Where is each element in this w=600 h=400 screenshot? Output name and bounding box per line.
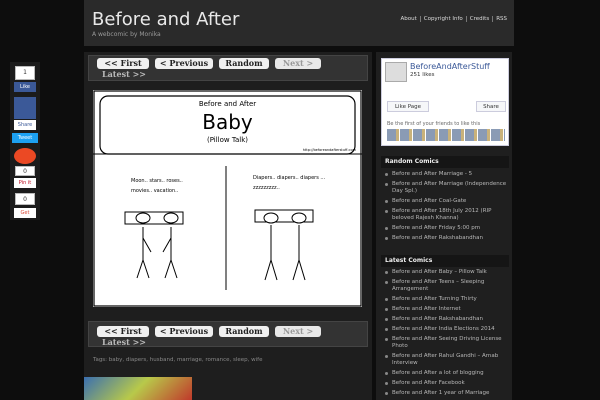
friends-like-text: Be the first of your friends to like thi… [387,121,481,127]
facebook-likes: 251 likes [410,72,435,78]
plus-count: 0 [15,193,35,205]
latest-item[interactable]: Before and After 1 year of Marriage [384,390,508,397]
comic-nav-top: << First < Previous Random Next > Latest… [88,55,368,81]
nav-credits-link[interactable]: Credits [465,16,492,22]
latest-item[interactable]: Before and After Rahul Gandhi – Arnab In… [384,353,508,367]
nav-copyright-link[interactable]: Copyright Info [419,16,466,22]
pinterest-button[interactable]: Pin it [14,178,36,188]
friend-avatars [387,129,505,141]
latest-item[interactable]: Before and After Teens – Sleeping Arrang… [384,279,508,293]
latest-item[interactable]: Before and After a lot of blogging [384,370,508,377]
previous-button[interactable]: < Previous [155,58,213,69]
facebook-share-icon[interactable] [14,97,36,119]
nav-rss-link[interactable]: RSS [492,16,510,22]
latest-item[interactable]: Before and After India Elections 2014 [384,326,508,333]
next-button-bottom[interactable]: Next > [275,326,321,337]
page-thumbnail[interactable] [385,62,407,82]
latest-item[interactable]: Before and After Internet [384,306,508,313]
comic-title: Baby [202,110,253,134]
comic-tags[interactable]: Tags: baby, diapers, husband, marriage, … [93,357,263,363]
comic-image: Before and After Baby (Pillow Talk) http… [93,90,362,307]
comic-url: http://beforeandafterstuff.com [302,148,356,152]
latest-button[interactable]: Latest >> [95,69,153,80]
ad-banner[interactable] [84,377,192,400]
stumbleupon-icon[interactable] [14,148,36,164]
site-tagline: A webcomic by Monika [92,31,161,38]
facebook-like-button[interactable]: Like [14,82,36,92]
like-page-button[interactable]: Like Page [387,101,429,112]
next-button[interactable]: Next > [275,58,321,69]
random-comics-list: Before and After Marriage - 5 Before and … [384,171,508,245]
random-button[interactable]: Random [219,58,269,69]
random-item[interactable]: Before and After Rakshabandhan [384,235,508,242]
nav-about-link[interactable]: About [397,16,419,22]
page: Before and After A webcomic by Monika Ab… [0,0,600,400]
random-comics-title: Random Comics [381,156,509,168]
facebook-like-count: 1 [15,66,35,80]
random-item[interactable]: Before and After Marriage - 5 [384,171,508,178]
latest-button-bottom[interactable]: Latest >> [95,337,153,348]
first-button-bottom[interactable]: << First [97,326,149,337]
google-plus-button[interactable]: Get [14,208,36,218]
random-item[interactable]: Before and After Marriage (Independence … [384,181,508,195]
facebook-share-button[interactable]: Share [14,120,36,130]
top-navigation: About Copyright Info Credits RSS [397,16,510,22]
latest-item[interactable]: Before and After Rakshabandhan [384,316,508,323]
share-sidebar: 1 Like Share Tweet 0 Pin it 0 Get [10,62,40,220]
comic-nav-bottom: << First < Previous Random Next > Latest… [88,321,368,347]
latest-item[interactable]: Before and After Baby – Pillow Talk [384,269,508,276]
latest-item[interactable]: Before and After Facebook [384,380,508,387]
latest-item[interactable]: Before and After Seeing Driving License … [384,336,508,350]
first-button[interactable]: << First [97,58,149,69]
tweet-button[interactable]: Tweet [12,133,38,143]
fb-share-button[interactable]: Share [476,101,506,112]
comic-subtitle: (Pillow Talk) [206,136,248,144]
facebook-page-name[interactable]: BeforeAndAfterStuff [410,62,490,71]
latest-comics-title: Latest Comics [381,255,509,267]
stumble-count: 0 [15,166,35,176]
random-button-bottom[interactable]: Random [219,326,269,337]
previous-button-bottom[interactable]: < Previous [155,326,213,337]
latest-comics-list: Before and After Baby – Pillow Talk Befor… [384,269,508,400]
site-title[interactable]: Before and After [92,9,239,30]
random-item[interactable]: Before and After Coal-Gate [384,198,508,205]
comic-header-small: Before and After [198,100,257,108]
random-item[interactable]: Before and After Friday 5:00 pm [384,225,508,232]
comic-after-text: Diapers.. diapers.. diapers ... zzzzzzzz… [253,175,326,191]
random-item[interactable]: Before and After 18th July 2012 (RIP bel… [384,208,508,222]
comic-before-text: Moon.. stars.. roses.. movies.. vacation… [131,178,183,194]
facebook-widget: BeforeAndAfterStuff 251 likes Like Page … [381,58,509,146]
latest-item[interactable]: Before and After Turning Thirty [384,296,508,303]
